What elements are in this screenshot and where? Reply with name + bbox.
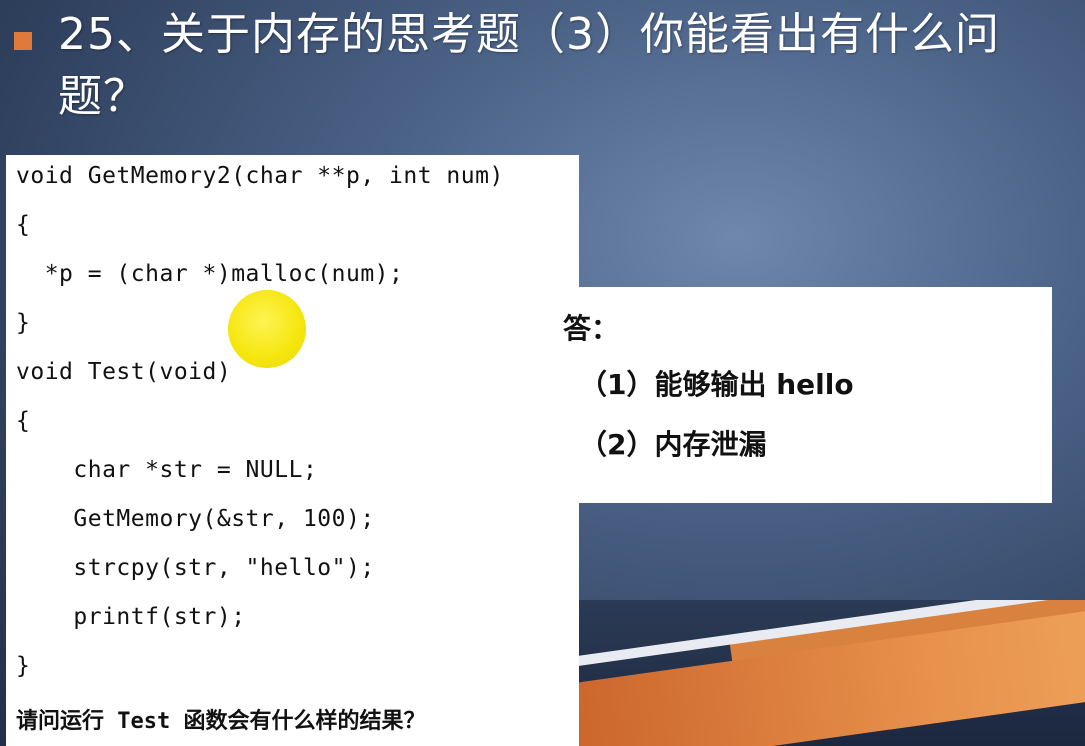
laser-pointer-dot [228, 290, 306, 368]
code-line: } [16, 653, 31, 679]
code-line: void Test(void) [16, 359, 232, 385]
code-line: { [16, 212, 31, 238]
code-line: char *str = NULL; [16, 457, 318, 483]
code-line: void GetMemory2(char **p, int num) [16, 163, 504, 189]
code-line: *p = (char *)malloc(num); [16, 261, 404, 287]
code-line: } [16, 310, 31, 336]
slide-title: 25、关于内存的思考题（3）你能看出有什么问题？ [58, 9, 1000, 122]
question-text: 请问运行 Test 函数会有什么样的结果？ [16, 709, 426, 734]
code-line: { [16, 408, 31, 434]
decorative-stripe [579, 600, 1085, 746]
code-panel: void GetMemory2(char **p, int num) { *p … [6, 155, 579, 746]
code-line: GetMemory(&str, 100); [16, 506, 375, 532]
title-bullet [14, 32, 32, 50]
code-line: strcpy(str, "hello"); [16, 555, 375, 581]
answer-title: 答： [563, 312, 620, 345]
answer-panel: 答： （1）能够输出 hello （2）内存泄漏 [543, 287, 1052, 503]
code-line: printf(str); [16, 604, 246, 630]
answer-item: （2）内存泄漏 [579, 428, 767, 461]
answer-item: （1）能够输出 hello [579, 368, 854, 401]
